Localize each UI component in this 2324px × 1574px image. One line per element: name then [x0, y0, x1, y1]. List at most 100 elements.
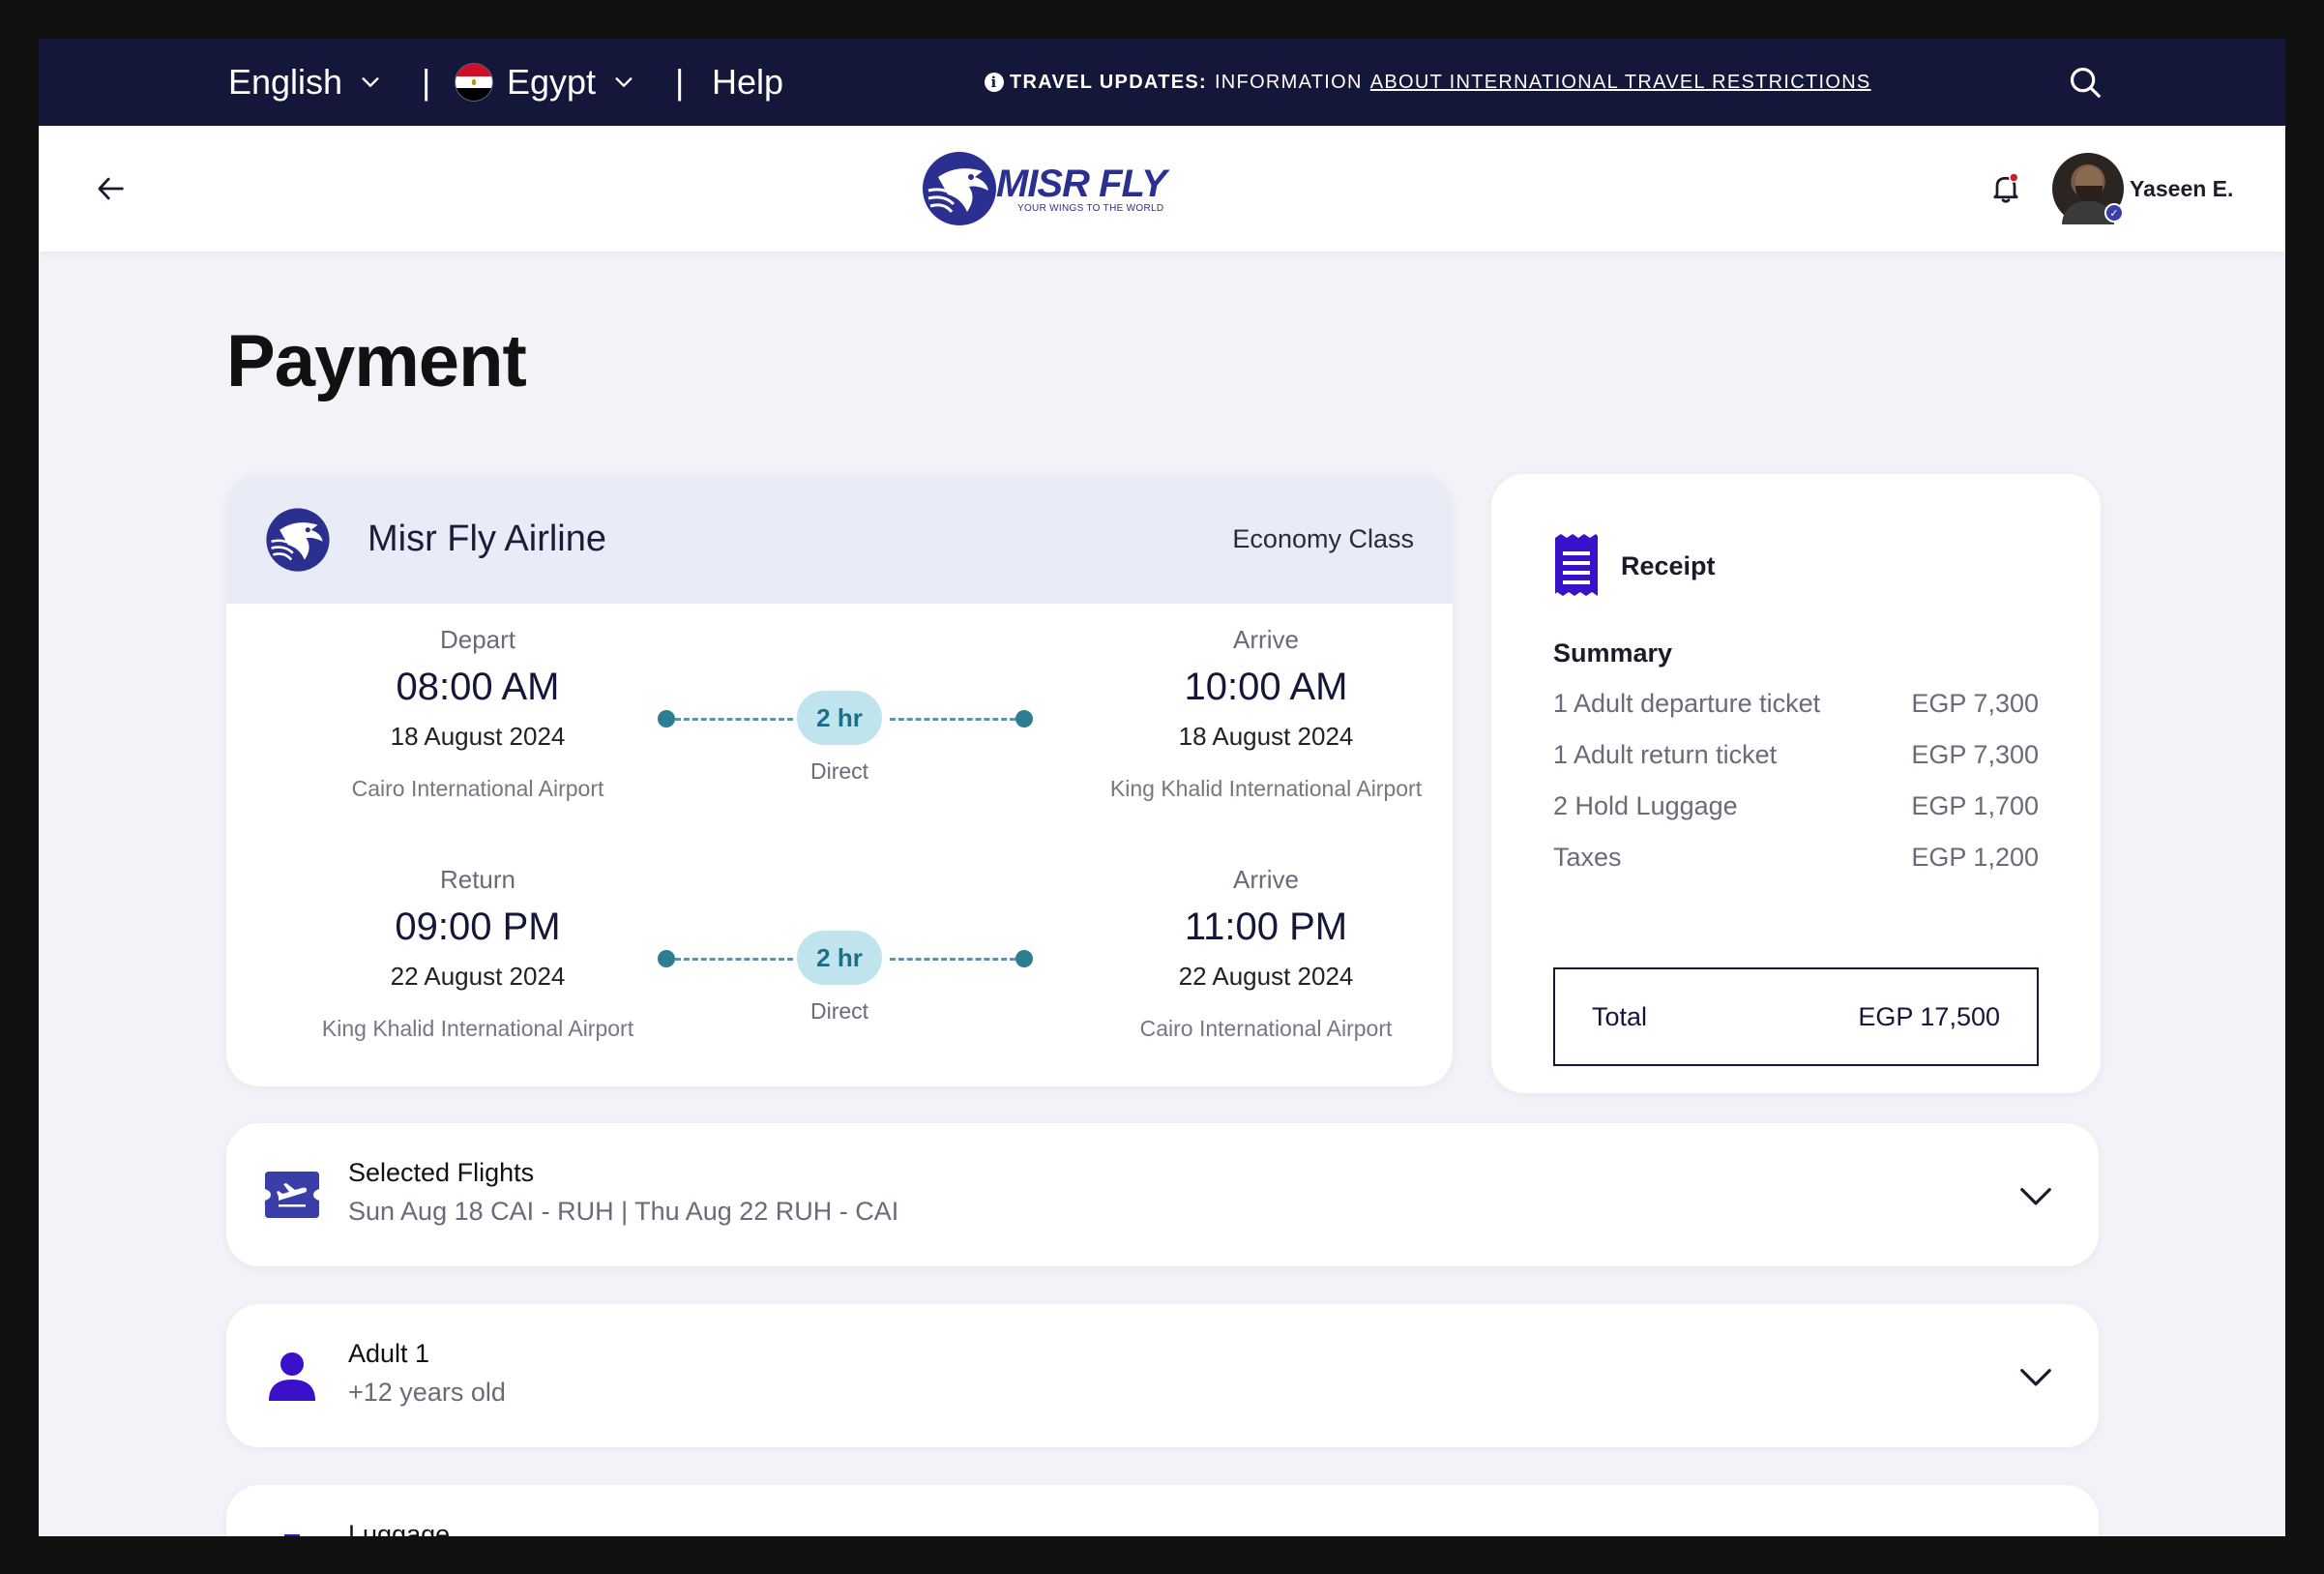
- return-label: Return: [439, 865, 516, 894]
- logo-text: MISR FLY YOUR WINGS TO THE WORLD: [996, 162, 1167, 214]
- total-amount: EGP 17,500: [1858, 1002, 2000, 1031]
- travel-updates-label: TRAVEL UPDATES:: [1010, 71, 1207, 93]
- notifications-button[interactable]: [1985, 166, 2027, 209]
- flight-details-card: Misr Fly Airline Economy Class Depart 08…: [226, 474, 1453, 1086]
- receipt-icon: [1555, 534, 1598, 596]
- stops-label: Direct: [809, 998, 869, 1024]
- app-frame: English | Egypt | Help i TRAVEL UPDATES:…: [39, 39, 2285, 1536]
- chevron-down-icon: [362, 77, 379, 87]
- flight-card-header: Misr Fly Airline Economy Class: [226, 474, 1453, 604]
- help-link[interactable]: Help: [712, 39, 783, 126]
- route-start-dot: [658, 950, 675, 967]
- departure-time: 09:00 PM: [395, 906, 561, 948]
- chevron-down-icon: [2020, 1369, 2051, 1386]
- avatar[interactable]: ✓: [2052, 153, 2124, 224]
- arrival-label: Arrive: [1233, 625, 1299, 654]
- language-label: English: [228, 62, 343, 102]
- travel-updates-text: INFORMATION: [1214, 71, 1363, 93]
- arrival-time: 11:00 PM: [1184, 906, 1348, 948]
- logo-tagline: YOUR WINGS TO THE WORLD: [1017, 202, 1164, 214]
- person-icon: [263, 1347, 321, 1405]
- route-line: [890, 718, 1015, 721]
- stops-label: Direct: [809, 758, 869, 784]
- avatar-beard: [2075, 186, 2103, 201]
- receipt-card: Receipt Summary 1 Adult departure ticket…: [1491, 474, 2101, 1093]
- selected-flights-section[interactable]: Selected Flights Sun Aug 18 CAI - RUH | …: [226, 1123, 2099, 1266]
- total-label: Total: [1592, 1002, 1648, 1031]
- separator: |: [675, 62, 685, 102]
- line-item-amount: EGP 7,300: [1911, 689, 2039, 718]
- travel-updates-banner: i TRAVEL UPDATES: INFORMATION ABOUT INTE…: [985, 39, 1871, 126]
- line-item-amount: EGP 7,300: [1911, 740, 2039, 769]
- section-subtitle: Sun Aug 18 CAI - RUH | Thu Aug 22 RUH - …: [348, 1197, 899, 1226]
- language-selector[interactable]: English: [228, 39, 381, 126]
- receipt-title: Receipt: [1621, 551, 1716, 580]
- airline-logo-icon: [266, 508, 330, 572]
- total-box: Total EGP 17,500: [1553, 967, 2039, 1066]
- arrow-left-icon: [98, 177, 124, 200]
- line-item-amount: EGP 1,700: [1911, 791, 2039, 820]
- route-end-dot: [1015, 710, 1033, 728]
- departure-airport: Cairo International Airport: [351, 776, 604, 801]
- receipt-line-item: 2 Hold Luggage EGP 1,700: [1553, 791, 2039, 830]
- departure-time: 08:00 AM: [396, 666, 560, 708]
- ticket-plane-icon: [263, 1166, 321, 1224]
- egypt-flag-icon: [455, 63, 493, 102]
- line-item-amount: EGP 1,200: [1911, 843, 2039, 872]
- luggage-icon: [263, 1528, 321, 1536]
- line-item-label: 2 Hold Luggage: [1553, 791, 1738, 820]
- misr-fly-logo[interactable]: MISR FLY YOUR WINGS TO THE WORLD: [919, 147, 1180, 230]
- receipt-line-item: 1 Adult departure ticket EGP 7,300: [1553, 689, 2039, 728]
- receipt-line-item: Taxes EGP 1,200: [1553, 843, 2039, 881]
- luggage-section[interactable]: Luggage: [226, 1485, 2099, 1536]
- logo-name: MISR FLY: [996, 162, 1167, 205]
- flight-segment-outbound: Depart 08:00 AM 18 August 2024 Cairo Int…: [226, 604, 1453, 826]
- section-title: Selected Flights: [348, 1158, 535, 1187]
- arrival-airport: King Khalid International Airport: [1109, 776, 1423, 801]
- line-item-label: Taxes: [1553, 843, 1622, 872]
- section-title: Adult 1: [348, 1339, 430, 1368]
- line-item-label: 1 Adult return ticket: [1553, 740, 1778, 769]
- airline-name: Misr Fly Airline: [368, 519, 607, 559]
- arrival-time: 10:00 AM: [1184, 666, 1348, 708]
- country-selector[interactable]: Egypt: [455, 39, 634, 126]
- departure-date: 18 August 2024: [390, 722, 566, 751]
- bell-icon: [1993, 172, 2019, 203]
- route-line: [675, 718, 793, 721]
- search-button[interactable]: [2063, 60, 2107, 104]
- chevron-down-icon: [2020, 1188, 2051, 1205]
- travel-restrictions-link[interactable]: ABOUT INTERNATIONAL TRAVEL RESTRICTIONS: [1370, 72, 1871, 94]
- page-title: Payment: [226, 320, 527, 402]
- country-label: Egypt: [507, 62, 597, 102]
- route-line: [890, 958, 1015, 961]
- separator: |: [422, 62, 431, 102]
- arrival-date: 18 August 2024: [1178, 722, 1354, 751]
- passenger-section[interactable]: Adult 1 +12 years old: [226, 1304, 2099, 1447]
- flight-route: 2 hr Direct: [642, 691, 1033, 787]
- verified-badge-icon: ✓: [2104, 203, 2124, 223]
- arrival-label: Arrive: [1233, 865, 1299, 894]
- user-name[interactable]: Yaseen E.: [2130, 126, 2233, 252]
- back-button[interactable]: [89, 166, 133, 211]
- top-bar: English | Egypt | Help i TRAVEL UPDATES:…: [39, 39, 2285, 126]
- cabin-class: Economy Class: [1232, 524, 1414, 553]
- receipt-line-item: 1 Adult return ticket EGP 7,300: [1553, 740, 2039, 779]
- line-item-label: 1 Adult departure ticket: [1553, 689, 1821, 718]
- main-header: MISR FLY YOUR WINGS TO THE WORLD ✓: [39, 126, 2285, 252]
- route-start-dot: [658, 710, 675, 728]
- search-icon: [2070, 67, 2101, 98]
- flight-segment-return: Return 09:00 PM 22 August 2024 King Khal…: [226, 844, 1453, 1066]
- departure-label: Depart: [439, 625, 516, 654]
- eagle-logo-icon: [923, 152, 996, 225]
- section-subtitle: +12 years old: [348, 1378, 506, 1407]
- flight-route: 2 hr Direct: [642, 931, 1033, 1027]
- route-line: [675, 958, 793, 961]
- duration-badge: 2 hr: [797, 691, 882, 745]
- info-icon: i: [985, 73, 1004, 92]
- expand-button[interactable]: [2014, 1173, 2058, 1218]
- duration-badge: 2 hr: [797, 931, 882, 985]
- expand-button[interactable]: [2014, 1354, 2058, 1399]
- arrival-airport: Cairo International Airport: [1139, 1016, 1393, 1041]
- chevron-down-icon: [615, 77, 632, 87]
- departure-airport: King Khalid International Airport: [321, 1016, 634, 1041]
